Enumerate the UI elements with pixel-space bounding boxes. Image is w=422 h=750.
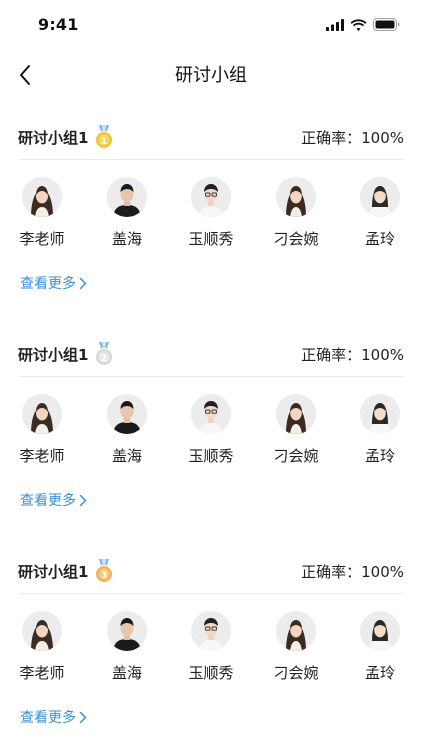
- member-item[interactable]: 玉顺秀: [173, 611, 249, 683]
- signal-icon: [326, 18, 344, 31]
- member-item[interactable]: 刁会婉: [258, 177, 334, 249]
- see-more-label: 查看更多: [20, 276, 76, 292]
- avatar: [191, 177, 231, 217]
- see-more-label: 查看更多: [20, 710, 76, 726]
- member-item[interactable]: 孟玲: [342, 394, 418, 466]
- navigation-bar: 研讨小组: [0, 52, 422, 96]
- accuracy-label: 正确率：: [301, 563, 362, 581]
- medal-rank: 2: [101, 353, 108, 364]
- status-icons: [326, 18, 400, 31]
- member-item[interactable]: 玉顺秀: [173, 394, 249, 466]
- wifi-icon: [350, 18, 367, 31]
- member-name: 盖海: [111, 664, 142, 682]
- avatar: [360, 394, 400, 434]
- accuracy-value: 100%: [361, 563, 404, 581]
- accuracy-rate: 正确率：100%: [301, 344, 404, 365]
- member-item[interactable]: 孟玲: [342, 177, 418, 249]
- member-name: 盖海: [111, 447, 142, 465]
- see-more-link[interactable]: 查看更多: [20, 273, 87, 293]
- battery-icon: [373, 18, 400, 31]
- page-title: 研讨小组: [175, 65, 247, 86]
- accuracy-label: 正确率：: [301, 346, 362, 364]
- accuracy-rate: 正确率：100%: [301, 127, 404, 148]
- group-list: 研讨小组1 1 正确率：100% 李老师 盖海 玉顺秀 刁会婉 孟玲 查看更多 …: [0, 112, 422, 750]
- member-item[interactable]: 刁会婉: [258, 611, 334, 683]
- accuracy-value: 100%: [361, 129, 404, 147]
- see-more-label: 查看更多: [20, 493, 76, 509]
- group-header: 研讨小组1 3 正确率：100%: [18, 546, 404, 594]
- member-list: 李老师 盖海 玉顺秀 刁会婉 孟玲: [0, 611, 422, 691]
- member-name: 孟玲: [364, 664, 395, 682]
- group-name: 研讨小组1: [18, 563, 89, 581]
- accuracy-rate: 正确率：100%: [301, 561, 404, 582]
- chevron-right-icon: [79, 494, 87, 506]
- medal-rank: 3: [101, 570, 108, 581]
- chevron-right-icon: [79, 277, 87, 289]
- group-card: 研讨小组1 1 正确率：100% 李老师 盖海 玉顺秀 刁会婉 孟玲 查看更多: [0, 112, 422, 329]
- avatar: [107, 394, 147, 434]
- member-name: 李老师: [19, 447, 65, 465]
- member-name: 玉顺秀: [188, 230, 234, 248]
- group-name: 研讨小组1: [18, 129, 89, 147]
- member-name: 刁会婉: [273, 447, 319, 465]
- member-name: 刁会婉: [273, 664, 319, 682]
- member-item[interactable]: 刁会婉: [258, 394, 334, 466]
- member-name: 李老师: [19, 664, 65, 682]
- status-time: 9:41: [38, 15, 79, 34]
- member-item[interactable]: 李老师: [4, 394, 80, 466]
- member-name: 玉顺秀: [188, 447, 234, 465]
- avatar: [276, 611, 316, 651]
- member-item[interactable]: 盖海: [89, 394, 165, 466]
- member-item[interactable]: 李老师: [4, 177, 80, 249]
- member-name: 孟玲: [364, 230, 395, 248]
- chevron-right-icon: [79, 711, 87, 723]
- avatar: [22, 394, 62, 434]
- group-card: 研讨小组1 2 正确率：100% 李老师 盖海 玉顺秀 刁会婉 孟玲 查看更多: [0, 329, 422, 546]
- member-list: 李老师 盖海 玉顺秀 刁会婉 孟玲: [0, 394, 422, 474]
- status-bar: 9:41: [0, 0, 422, 52]
- group-name: 研讨小组1: [18, 346, 89, 364]
- avatar: [360, 611, 400, 651]
- group-header: 研讨小组1 2 正确率：100%: [18, 329, 404, 377]
- member-name: 盖海: [111, 230, 142, 248]
- gold-medal-icon: 1: [95, 125, 113, 153]
- avatar: [191, 394, 231, 434]
- member-list: 李老师 盖海 玉顺秀 刁会婉 孟玲: [0, 177, 422, 257]
- member-item[interactable]: 盖海: [89, 611, 165, 683]
- member-name: 李老师: [19, 230, 65, 248]
- group-header: 研讨小组1 1 正确率：100%: [18, 112, 404, 160]
- avatar: [276, 177, 316, 217]
- see-more-link[interactable]: 查看更多: [20, 490, 87, 510]
- see-more-link[interactable]: 查看更多: [20, 707, 87, 727]
- avatar: [22, 177, 62, 217]
- avatar: [107, 177, 147, 217]
- silver-medal-icon: 2: [95, 342, 113, 370]
- member-name: 刁会婉: [273, 230, 319, 248]
- member-name: 孟玲: [364, 447, 395, 465]
- avatar: [107, 611, 147, 651]
- member-name: 玉顺秀: [188, 664, 234, 682]
- member-item[interactable]: 盖海: [89, 177, 165, 249]
- member-item[interactable]: 玉顺秀: [173, 177, 249, 249]
- member-item[interactable]: 李老师: [4, 611, 80, 683]
- medal-rank: 1: [101, 136, 108, 147]
- bronze-medal-icon: 3: [95, 559, 113, 587]
- avatar: [191, 611, 231, 651]
- avatar: [22, 611, 62, 651]
- avatar: [276, 394, 316, 434]
- accuracy-value: 100%: [361, 346, 404, 364]
- avatar: [360, 177, 400, 217]
- group-card: 研讨小组1 3 正确率：100% 李老师 盖海 玉顺秀 刁会婉 孟玲 查看更多: [0, 546, 422, 750]
- accuracy-label: 正确率：: [301, 129, 362, 147]
- member-item[interactable]: 孟玲: [342, 611, 418, 683]
